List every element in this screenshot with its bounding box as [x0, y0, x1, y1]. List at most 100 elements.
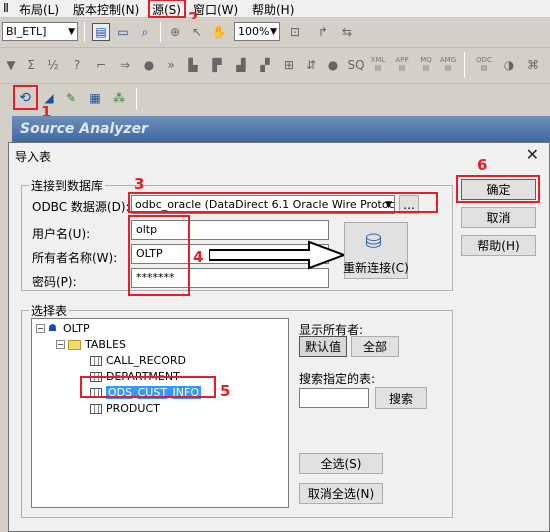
- menu-version-control[interactable]: 版本控制(N): [73, 1, 139, 18]
- source-analyzer-title: Source Analyzer: [20, 121, 148, 137]
- mapplet-designer-icon[interactable]: ▦: [86, 89, 104, 107]
- username-input[interactable]: oltp: [131, 220, 329, 240]
- sorter-icon[interactable]: ▟: [232, 56, 250, 74]
- xml-icon[interactable]: XML ▤: [368, 56, 388, 72]
- database-connect-icon: ⛁: [365, 229, 382, 253]
- username-label: 用户名(U):: [32, 227, 91, 241]
- fit-window-icon[interactable]: ⊡: [286, 23, 304, 41]
- help-button[interactable]: 帮助(H): [461, 235, 536, 256]
- select-all-button[interactable]: 全选(S): [299, 453, 383, 474]
- pointer-icon[interactable]: ↖: [188, 23, 206, 41]
- dialog-title: 导入表: [15, 150, 52, 164]
- app-icon-label: APP: [395, 56, 409, 64]
- menu-window[interactable]: 窗口(W): [193, 1, 238, 18]
- filter-icon[interactable]: ▼: [2, 56, 20, 74]
- search-button[interactable]: 搜索: [375, 387, 427, 409]
- default-owner-button[interactable]: 默认值: [299, 336, 347, 357]
- toolbar-separator: [84, 22, 85, 42]
- odc-icon[interactable]: ODC ▤: [474, 56, 494, 72]
- transformation-developer-icon[interactable]: ✎: [62, 89, 80, 107]
- zoom-combo-value: 100%: [238, 25, 270, 38]
- reconnect-button[interactable]: ⛁ 重新连接(C): [343, 222, 409, 279]
- custom-transform-icon[interactable]: ◑: [500, 56, 518, 74]
- rank-icon[interactable]: ½: [44, 56, 62, 74]
- annotation-number-6: 6: [477, 156, 488, 174]
- web-service-icon[interactable]: ⌘: [524, 56, 542, 74]
- zoom-combo[interactable]: 100% ▼: [234, 22, 280, 41]
- aggregator-icon[interactable]: Σ: [22, 56, 40, 74]
- odbc-source-select[interactable]: odbc_oracle (DataDirect 6.1 Oracle Wire …: [131, 195, 395, 214]
- arrange-icon[interactable]: ↱: [314, 23, 332, 41]
- menu-layout[interactable]: 布局(L): [19, 1, 59, 18]
- annotation-number-5: 5: [220, 382, 231, 400]
- transaction-icon[interactable]: ⊞: [280, 56, 298, 74]
- app-icon[interactable]: APP ▤: [392, 56, 412, 72]
- overview-icon[interactable]: ⌕: [136, 23, 154, 41]
- chevron-down-icon: ▼: [270, 27, 277, 37]
- collapse-icon[interactable]: −: [36, 324, 45, 333]
- tree-node-table[interactable]: PRODUCT: [90, 402, 160, 415]
- database-icon: ☗: [48, 322, 57, 334]
- menu-help[interactable]: 帮助(H): [252, 1, 294, 18]
- browse-odbc-button[interactable]: ...: [399, 195, 419, 214]
- mapping-designer-icon[interactable]: ⁂: [110, 89, 128, 107]
- odbc-source-value: odbc_oracle (DataDirect 6.1 Oracle Wire …: [135, 198, 395, 211]
- amg-icon[interactable]: AMG ▤: [438, 56, 458, 72]
- update-strategy-icon[interactable]: ▞: [256, 56, 274, 74]
- stored-procedure-icon[interactable]: ●: [324, 56, 342, 74]
- search-label: 搜索指定的表:: [299, 372, 376, 386]
- union-icon[interactable]: ▛: [208, 56, 226, 74]
- sequence-icon[interactable]: ?: [68, 56, 86, 74]
- password-input[interactable]: *******: [131, 268, 329, 288]
- all-owners-button[interactable]: 全部: [351, 336, 399, 357]
- joiner-icon[interactable]: ●: [140, 56, 158, 74]
- toolbar-row-2: ▼ Σ ½ ? ⌐ ⇒ ● » ▙ ▛ ▟ ▞ ⊞ ⇵ ● SQ XML ▤ AP…: [0, 47, 550, 81]
- tree-node-root[interactable]: − ☗ OLTP: [36, 322, 90, 335]
- source-analyzer-icon[interactable]: ⟲: [16, 89, 34, 107]
- tree-node-tables[interactable]: − TABLES: [56, 338, 126, 351]
- tree-table-label: DEPARTMENT: [106, 370, 180, 383]
- menu-item-partial[interactable]: Ⅱ: [3, 1, 9, 15]
- cancel-button[interactable]: 取消: [461, 207, 536, 228]
- connect-group-label: 连接到数据库: [29, 177, 106, 194]
- folder-icon: [68, 339, 81, 350]
- router-icon[interactable]: ⇒: [116, 56, 134, 74]
- lookup-icon[interactable]: »: [162, 56, 180, 74]
- amg-icon-label: AMG: [439, 56, 457, 64]
- pan-icon[interactable]: ✋: [210, 23, 228, 41]
- table-icon: [90, 387, 102, 398]
- repository-combo[interactable]: BI_ETL] ▼: [2, 22, 78, 41]
- close-icon[interactable]: ✕: [526, 145, 539, 164]
- menu-bar: Ⅱ 布局(L) 版本控制(N) 源(S) 窗口(W) 帮助(H): [0, 0, 550, 18]
- tree-table-label: PRODUCT: [106, 402, 160, 415]
- odbc-label: ODBC 数据源(D):: [32, 200, 130, 214]
- sql-icon[interactable]: SQ: [344, 56, 368, 74]
- chevron-down-icon: ▼: [385, 200, 392, 210]
- expression-icon[interactable]: ⌐: [92, 56, 110, 74]
- repository-combo-value: BI_ETL]: [6, 25, 47, 38]
- ok-button[interactable]: 确定: [461, 179, 536, 200]
- navigator-icon[interactable]: ▤: [92, 23, 110, 41]
- menu-source[interactable]: 源(S): [152, 1, 181, 18]
- link-icon[interactable]: ⇆: [338, 23, 356, 41]
- tree-node-table-selected[interactable]: ODS_CUST_INFO: [90, 386, 202, 399]
- reconnect-label: 重新连接(C): [343, 261, 409, 275]
- select-table-group-label: 选择表: [29, 302, 70, 319]
- tree-folder-label: TABLES: [85, 338, 126, 351]
- mq-icon[interactable]: MQ ▤: [416, 56, 436, 72]
- collapse-icon[interactable]: −: [56, 340, 65, 349]
- search-input[interactable]: [299, 388, 369, 408]
- toolbar-row-3: ⟲ ◢ ✎ ▦ ⁂: [0, 83, 550, 113]
- output-window-icon[interactable]: ▭: [114, 23, 132, 41]
- annotation-number-3: 3: [134, 175, 145, 193]
- tree-node-table[interactable]: CALL_RECORD: [90, 354, 186, 367]
- toolbar-separator: [464, 52, 465, 78]
- tree-node-table[interactable]: DEPARTMENT: [90, 370, 180, 383]
- table-icon: [90, 403, 102, 414]
- zoom-in-icon[interactable]: ⊕: [166, 23, 184, 41]
- normalizer-icon[interactable]: ▙: [184, 56, 202, 74]
- deselect-all-button[interactable]: 取消全选(N): [299, 483, 383, 504]
- az-icon[interactable]: ⇵: [302, 56, 320, 74]
- table-tree[interactable]: − ☗ OLTP − TABLES CALL_RECORD DEPARTMENT…: [31, 318, 289, 508]
- table-icon: [90, 371, 102, 382]
